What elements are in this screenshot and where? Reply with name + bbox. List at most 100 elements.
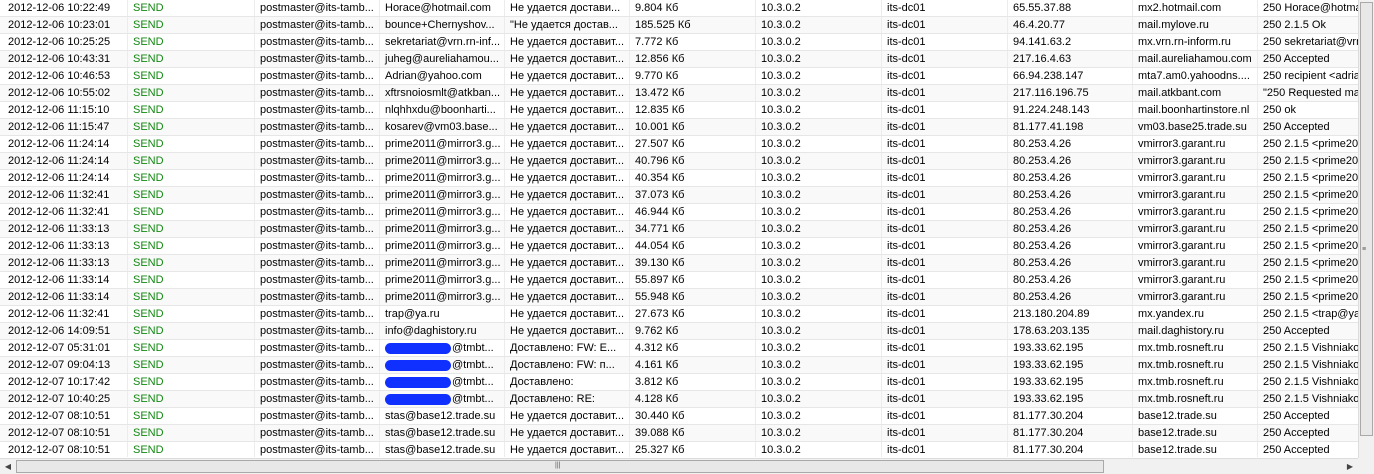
cell-date-time: 2012-12-06 11:33:13 xyxy=(0,238,128,254)
cell-response: 250 2.1.5 <trap@ya.r xyxy=(1263,308,1358,320)
horizontal-scrollbar[interactable]: ◀ ||| ▶ xyxy=(0,458,1358,474)
cell-event: SEND xyxy=(128,238,255,254)
cell-server: its-dc01 xyxy=(882,425,1008,441)
cell-server: its-dc01 xyxy=(882,0,1008,16)
cell-subject: Не удается доставит... xyxy=(505,323,630,339)
table-row[interactable]: 2012-12-06 11:32:41 SEND postmaster@its-ta… xyxy=(0,187,1358,204)
cell-response: 250 ok xyxy=(1263,104,1297,116)
cell-event: SEND xyxy=(128,221,255,237)
recipient-domain: @tmbt... xyxy=(452,376,494,388)
cell-sender: postmaster@its-tamb... xyxy=(255,153,380,169)
cell-recipient: @tmbt... xyxy=(380,374,505,390)
cell-mx-host: vmirror3.garant.ru xyxy=(1133,153,1258,169)
cell-event: SEND xyxy=(128,272,255,288)
cell-size: 9.804 Кб xyxy=(630,0,756,16)
cell-date-time: 2012-12-06 11:33:13 xyxy=(0,255,128,271)
cell-sender: postmaster@its-tamb... xyxy=(255,51,380,67)
cell-remote-ip: 80.253.4.26 xyxy=(1008,153,1133,169)
cell-size: 12.835 Кб xyxy=(630,102,756,118)
cell-client-ip: 10.3.0.2 xyxy=(756,51,882,67)
vertical-scroll-thumb[interactable] xyxy=(1360,2,1373,436)
cell-subject: Не удается доставит... xyxy=(505,51,630,67)
cell-sender: postmaster@its-tamb... xyxy=(255,340,380,356)
cell-sender: postmaster@its-tamb... xyxy=(255,85,380,101)
cell-remote-ip: 193.33.62.195 xyxy=(1008,357,1133,373)
table-row[interactable]: 2012-12-06 10:46:53 SEND postmaster@its-ta… xyxy=(0,68,1358,85)
scroll-left-arrow-icon[interactable]: ◀ xyxy=(0,459,16,474)
table-row[interactable]: 2012-12-06 11:33:14 SEND postmaster@its-ta… xyxy=(0,289,1358,306)
cell-mx-host: base12.trade.su xyxy=(1133,408,1258,424)
cell-event: SEND xyxy=(128,442,255,457)
table-row[interactable]: 2012-12-07 10:40:25 SEND postmaster@its-ta… xyxy=(0,391,1358,408)
cell-response: "250 Requested mail xyxy=(1263,87,1358,99)
cell-date-time: 2012-12-06 10:25:25 xyxy=(0,34,128,50)
table-row[interactable]: 2012-12-07 08:10:51 SEND postmaster@its-ta… xyxy=(0,442,1358,457)
cell-mx-host: mail.mylove.ru xyxy=(1133,17,1258,33)
cell-recipient: juheg@aureliahamou... xyxy=(380,51,505,67)
table-row[interactable]: 2012-12-06 11:33:13 SEND postmaster@its-ta… xyxy=(0,221,1358,238)
cell-remote-ip: 81.177.30.204 xyxy=(1008,425,1133,441)
table-row[interactable]: 2012-12-06 10:55:02 SEND postmaster@its-ta… xyxy=(0,85,1358,102)
cell-mx-host: mail.atkbant.com xyxy=(1133,85,1258,101)
cell-response: 250 2.1.5 <prime201 xyxy=(1263,240,1358,252)
cell-size: 44.054 Кб xyxy=(630,238,756,254)
cell-date-time: 2012-12-06 11:32:41 xyxy=(0,306,128,322)
cell-date-time: 2012-12-06 11:33:14 xyxy=(0,289,128,305)
table-row[interactable]: 2012-12-06 11:24:14 SEND postmaster@its-ta… xyxy=(0,153,1358,170)
cell-subject: Не удается доставит... xyxy=(505,187,630,203)
scroll-right-arrow-icon[interactable]: ▶ xyxy=(1342,459,1358,474)
table-row[interactable]: 2012-12-06 11:32:41 SEND postmaster@its-ta… xyxy=(0,306,1358,323)
cell-response: 250 Horace@hotmail xyxy=(1263,2,1358,14)
table-row[interactable]: 2012-12-06 11:15:10 SEND postmaster@its-ta… xyxy=(0,102,1358,119)
table-row[interactable]: 2012-12-06 11:33:14 SEND postmaster@its-ta… xyxy=(0,272,1358,289)
cell-sender: postmaster@its-tamb... xyxy=(255,221,380,237)
cell-response: 250 2.1.5 <prime201 xyxy=(1263,172,1358,184)
cell-recipient: info@daghistory.ru xyxy=(380,323,505,339)
table-row[interactable]: 2012-12-07 09:04:13 SEND postmaster@its-ta… xyxy=(0,357,1358,374)
cell-date-time: 2012-12-07 10:17:42 xyxy=(0,374,128,390)
cell-date-time: 2012-12-06 14:09:51 xyxy=(0,323,128,339)
table-row[interactable]: 2012-12-07 10:17:42 SEND postmaster@its-ta… xyxy=(0,374,1358,391)
table-row[interactable]: 2012-12-06 10:43:31 SEND postmaster@its-ta… xyxy=(0,51,1358,68)
cell-response: 250 Accepted xyxy=(1263,325,1330,337)
cell-client-ip: 10.3.0.2 xyxy=(756,119,882,135)
table-row[interactable]: 2012-12-06 14:09:51 SEND postmaster@its-ta… xyxy=(0,323,1358,340)
cell-mx-host: vmirror3.garant.ru xyxy=(1133,272,1258,288)
cell-server: its-dc01 xyxy=(882,442,1008,457)
cell-event: SEND xyxy=(128,17,255,33)
table-row[interactable]: 2012-12-06 11:24:14 SEND postmaster@its-ta… xyxy=(0,170,1358,187)
table-row[interactable]: 2012-12-06 11:33:13 SEND postmaster@its-ta… xyxy=(0,255,1358,272)
table-row[interactable]: 2012-12-07 05:31:01 SEND postmaster@its-ta… xyxy=(0,340,1358,357)
cell-sender: postmaster@its-tamb... xyxy=(255,204,380,220)
cell-remote-ip: 80.253.4.26 xyxy=(1008,272,1133,288)
table-row[interactable]: 2012-12-06 10:22:49 SEND postmaster@its-ta… xyxy=(0,0,1358,17)
cell-subject: Доставлено: FW: п... xyxy=(505,357,630,373)
cell-subject: Не удается доставит... xyxy=(505,221,630,237)
redaction-mark xyxy=(385,393,451,405)
vertical-scrollbar[interactable]: ≡ xyxy=(1358,0,1374,458)
cell-sender: postmaster@its-tamb... xyxy=(255,289,380,305)
cell-recipient: @tmbt... xyxy=(380,357,505,373)
cell-subject: Не удается доставит... xyxy=(505,289,630,305)
cell-date-time: 2012-12-06 11:24:14 xyxy=(0,170,128,186)
table-row[interactable]: 2012-12-06 11:15:47 SEND postmaster@its-ta… xyxy=(0,119,1358,136)
cell-mx-host: mx.tmb.rosneft.ru xyxy=(1133,357,1258,373)
cell-remote-ip: 66.94.238.147 xyxy=(1008,68,1133,84)
table-row[interactable]: 2012-12-06 11:33:13 SEND postmaster@its-ta… xyxy=(0,238,1358,255)
table-row[interactable]: 2012-12-06 10:25:25 SEND postmaster@its-ta… xyxy=(0,34,1358,51)
cell-server: its-dc01 xyxy=(882,85,1008,101)
cell-mx-host: mail.daghistory.ru xyxy=(1133,323,1258,339)
cell-client-ip: 10.3.0.2 xyxy=(756,425,882,441)
cell-subject: "Не удается достав... xyxy=(505,17,630,33)
table-row[interactable]: 2012-12-07 08:10:51 SEND postmaster@its-ta… xyxy=(0,425,1358,442)
table-row[interactable]: 2012-12-07 08:10:51 SEND postmaster@its-ta… xyxy=(0,408,1358,425)
table-row[interactable]: 2012-12-06 11:32:41 SEND postmaster@its-ta… xyxy=(0,204,1358,221)
cell-size: 4.312 Кб xyxy=(630,340,756,356)
cell-response: 250 sekretariat@vrn. xyxy=(1263,36,1358,48)
table-row[interactable]: 2012-12-06 10:23:01 SEND postmaster@its-ta… xyxy=(0,17,1358,34)
cell-response: 250 Accepted xyxy=(1263,121,1330,133)
redaction-mark xyxy=(385,342,451,354)
cell-date-time: 2012-12-06 10:23:01 xyxy=(0,17,128,33)
cell-date-time: 2012-12-06 11:32:41 xyxy=(0,204,128,220)
table-row[interactable]: 2012-12-06 11:24:14 SEND postmaster@its-ta… xyxy=(0,136,1358,153)
